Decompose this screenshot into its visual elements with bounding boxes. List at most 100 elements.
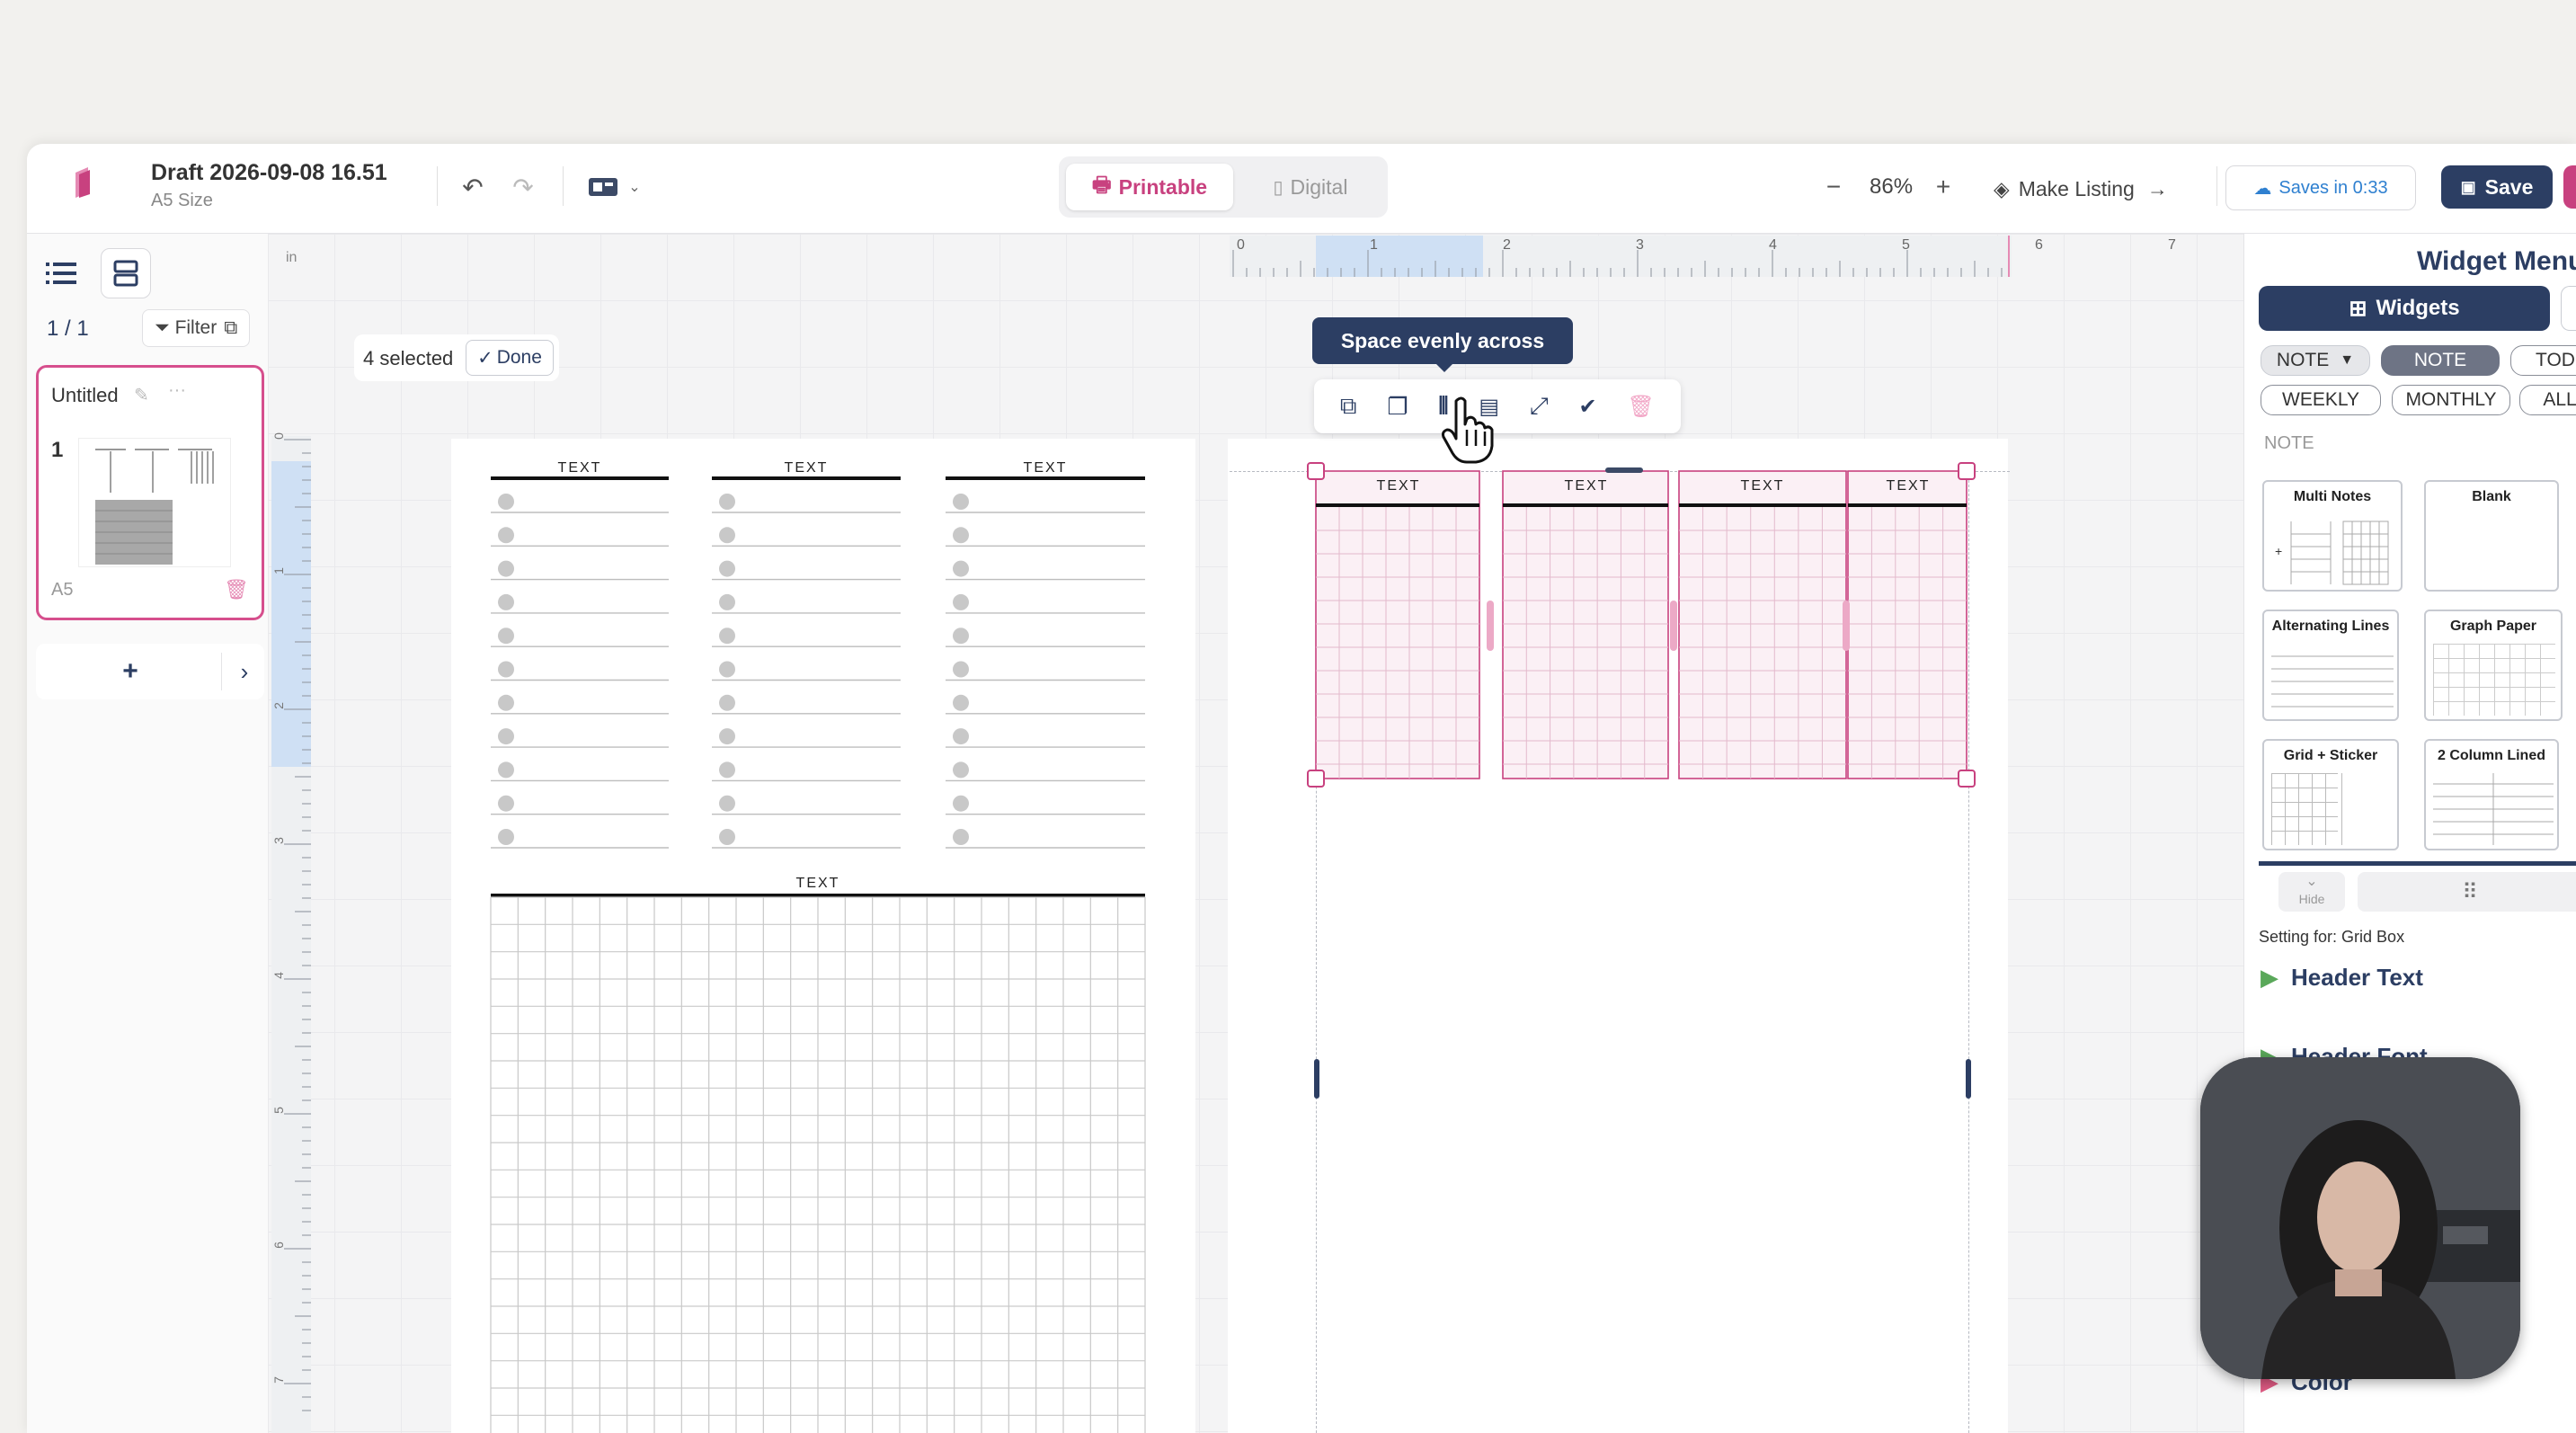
drag-handle[interactable]: ⠿ (2358, 872, 2576, 912)
copy-icon[interactable]: ❐ (1387, 393, 1408, 421)
duplicate-icon[interactable]: ⧉ (1340, 392, 1357, 421)
grid-box-header[interactable]: TEXT (1316, 478, 1481, 494)
header-text-section[interactable]: ▶ Header Text (2261, 964, 2423, 992)
template-blank[interactable]: Blank (2424, 480, 2559, 592)
template-grid-sticker[interactable]: Grid + Sticker (2262, 739, 2399, 850)
divider (2341, 773, 2342, 845)
bullet-dot (719, 560, 735, 577)
export-button[interactable]: ⇪ (2563, 165, 2576, 209)
trash-icon[interactable]: 🗑 (224, 578, 249, 601)
chevron-right-icon[interactable]: › (227, 649, 262, 694)
template-multi-notes[interactable]: Multi Notes + (2262, 480, 2403, 592)
bullet-dot (498, 593, 514, 610)
add-page-button[interactable]: + (99, 649, 162, 694)
printable-tab[interactable]: 🖶 Printable (1066, 164, 1233, 210)
column-header[interactable]: TEXT (712, 460, 901, 476)
filter-monthly[interactable]: MONTHLY (2392, 385, 2510, 415)
layout-icon[interactable] (584, 171, 622, 203)
filter-all[interactable]: ALL (2519, 385, 2576, 415)
triangle-right-icon: ▶ (2261, 964, 2278, 991)
more-icon[interactable]: ··· (168, 380, 186, 401)
bullet-dot (953, 527, 969, 544)
ruler-label: 7 (2168, 237, 2176, 253)
hand-cursor-icon (1440, 394, 1497, 466)
page-card[interactable]: Untitled ✎ ··· 1 A5 🗑 (36, 365, 264, 620)
delete-icon[interactable]: 🗑 (1628, 394, 1655, 420)
chevron-down-icon[interactable]: ⌄ (624, 176, 645, 198)
grid-box[interactable] (1502, 470, 1669, 779)
save-button[interactable]: ▣ Save (2441, 165, 2553, 209)
grid-box[interactable] (1315, 470, 1480, 779)
spacing-handle[interactable] (1843, 601, 1850, 651)
page-name[interactable]: Untitled (51, 384, 119, 407)
expand-icon[interactable]: ⤢ (1530, 392, 1549, 421)
app-window: Draft 2026-09-08 16.51 A5 Size ↶ ↷ ⌄ 🖶 Pr… (27, 144, 2576, 1433)
filter-todo[interactable]: TOD (2510, 345, 2576, 376)
list-view-icon[interactable] (41, 254, 81, 293)
grid-box[interactable] (1847, 470, 1968, 779)
category-dropdown[interactable]: NOTE ▼ (2261, 345, 2370, 376)
edit-icon[interactable]: ✎ (134, 384, 149, 406)
hide-button[interactable]: ⌄ Hide (2278, 872, 2345, 912)
template-label: Grid + Sticker (2283, 748, 2378, 763)
horizontal-ruler: 0 1 2 3 4 5 6 7 (1230, 236, 2176, 277)
tooltip-arrow (1436, 364, 1452, 372)
filter-note[interactable]: NOTE (2381, 345, 2500, 376)
ruler-label: 2 (271, 702, 286, 709)
zoom-in-button[interactable]: + (1925, 169, 1961, 205)
selection-corner-handle[interactable] (1307, 462, 1325, 480)
grid-box-header[interactable]: TEXT (1848, 478, 1968, 494)
ruler-label: 7 (271, 1376, 286, 1384)
column-header[interactable]: TEXT (946, 460, 1145, 476)
ruler-label: 3 (1636, 237, 1644, 253)
bullet-dot (953, 661, 969, 678)
spacing-handle[interactable] (1487, 601, 1494, 651)
document-title[interactable]: Draft 2026-09-08 16.51 (151, 160, 387, 186)
widgets-tab[interactable]: ⊞ Widgets (2259, 286, 2550, 331)
redo-icon[interactable]: ↷ (505, 169, 541, 205)
section-title: Header Text (2291, 964, 2423, 991)
page-left[interactable]: TEXT TEXT TEXT TEXT (451, 439, 1195, 1433)
document-size: A5 Size (151, 191, 213, 210)
grid-view-icon[interactable] (101, 248, 151, 298)
done-button[interactable]: ✓ Done (466, 340, 554, 376)
grid-box[interactable] (1678, 470, 1847, 779)
template-2-column-lined[interactable]: 2 Column Lined (2424, 739, 2559, 850)
bullet-dot (498, 627, 514, 645)
column-header[interactable]: TEXT (491, 460, 669, 476)
filter-button[interactable]: ⏷ Filter ⧉ (142, 309, 250, 347)
edge-handle[interactable] (1314, 1059, 1319, 1099)
selection-corner-handle[interactable] (1958, 462, 1976, 480)
canvas-area[interactable]: in 0 1 2 3 4 5 6 7 0 1 2 3 4 5 6 7 4 selected ✓ Done TE… (268, 234, 2243, 1433)
template-alternating-lines[interactable]: Alternating Lines (2262, 610, 2399, 721)
template-graph-paper[interactable]: Graph Paper (2424, 610, 2563, 721)
digital-tab[interactable]: ▯ Digital (1240, 164, 1381, 210)
grid-header[interactable]: TEXT (491, 876, 1145, 892)
divider (563, 166, 564, 206)
resize-handle[interactable] (1605, 467, 1643, 473)
zoom-out-button[interactable]: − (1816, 169, 1852, 205)
ruler-label: 0 (271, 432, 286, 440)
brush-icon[interactable]: ✔ (1579, 394, 1597, 420)
funnel-icon: ⏷ (154, 317, 170, 338)
zoom-level[interactable]: 86% (1870, 174, 1913, 200)
grid-box-header[interactable]: TEXT (1503, 478, 1670, 494)
undo-icon[interactable]: ↶ (455, 169, 491, 205)
widgets-icon: ⊞ (2349, 296, 2367, 321)
bullet-dot (719, 593, 735, 610)
spacing-handle[interactable] (1670, 601, 1677, 651)
bullet-dot (953, 829, 969, 845)
edge-handle[interactable] (1966, 1059, 1971, 1099)
grid-box-header[interactable]: TEXT (1679, 478, 1846, 494)
bullet-dot (719, 795, 735, 812)
filter-weekly[interactable]: WEEKLY (2261, 385, 2381, 415)
make-listing-button[interactable]: ◈ Make Listing → (1994, 173, 2168, 205)
bullet-dot (953, 593, 969, 610)
selection-corner-handle[interactable] (1958, 770, 1976, 788)
template-label: Multi Notes (2293, 489, 2372, 504)
ruler-marker (2008, 236, 2010, 277)
page-size-label: A5 (51, 580, 74, 600)
selection-corner-handle[interactable] (1307, 770, 1325, 788)
panel-tab-2[interactable] (2561, 286, 2576, 331)
page-thumbnail[interactable] (78, 438, 231, 567)
